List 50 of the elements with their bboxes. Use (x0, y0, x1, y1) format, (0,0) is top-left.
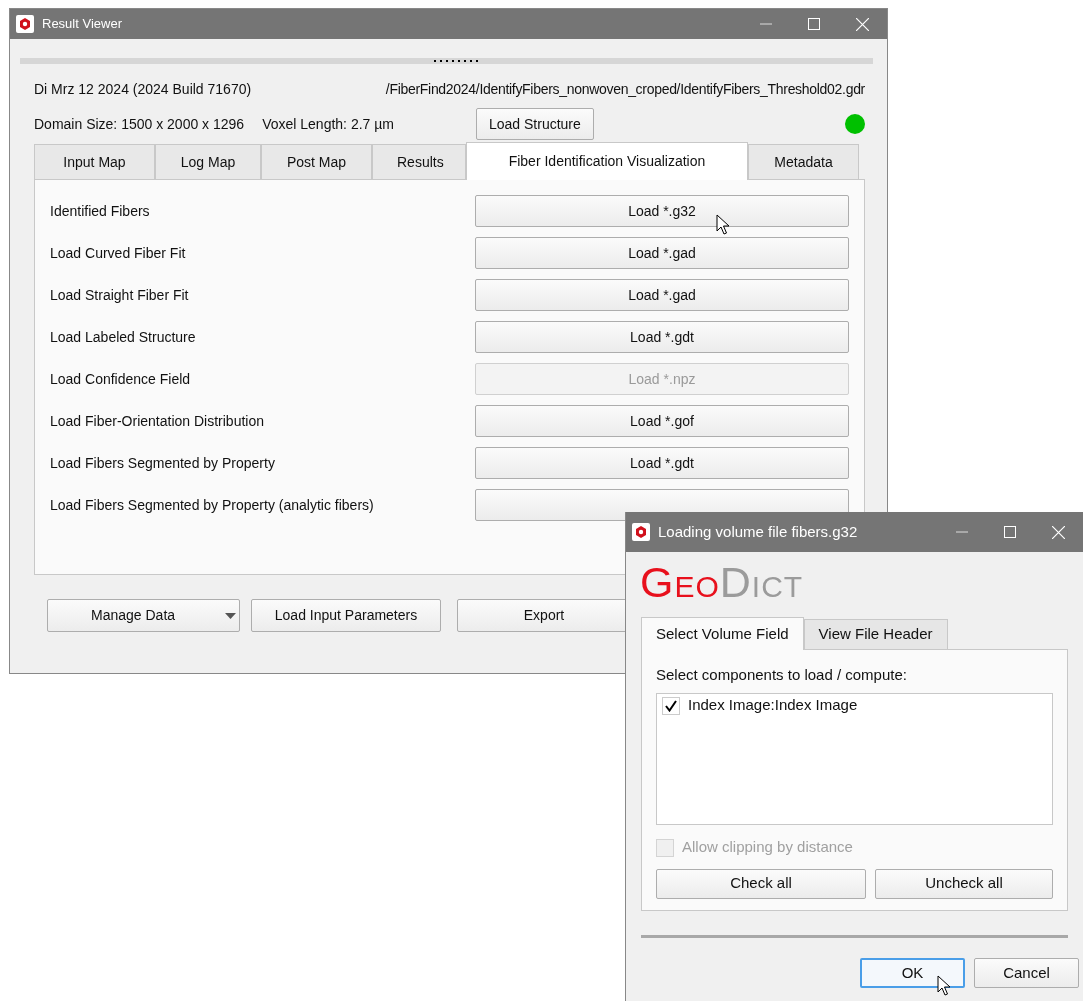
caret-icon (225, 612, 236, 619)
tab[interactable]: Post Map (261, 144, 372, 179)
checkbox[interactable] (662, 696, 680, 715)
tab[interactable]: Select Volume Field (641, 617, 804, 650)
app-logo-icon (632, 523, 650, 541)
load-button[interactable]: Load *.gof (475, 405, 849, 437)
tab[interactable]: Metadata (748, 144, 859, 179)
window-title: Result Viewer (42, 15, 122, 34)
load-button[interactable]: Load *.gad (475, 237, 849, 269)
geodict-logo: GeoDict (640, 564, 805, 604)
clipping-label: Allow clipping by distance (682, 837, 853, 858)
tab[interactable]: Results (372, 144, 466, 179)
tab[interactable]: View File Header (803, 619, 948, 649)
manage-data-button[interactable]: Manage Data (47, 599, 240, 632)
load-button[interactable]: Load *.gad (475, 279, 849, 311)
load-button[interactable]: Load *.gdt (475, 447, 849, 479)
maximize-icon[interactable] (808, 18, 820, 30)
row-label: Load Confidence Field (50, 369, 191, 389)
tab[interactable]: Fiber Identification Visualization (466, 142, 748, 180)
maximize-icon[interactable] (1004, 526, 1016, 538)
close-icon[interactable] (1052, 525, 1065, 539)
action-button[interactable]: Load Input Parameters (251, 599, 441, 632)
build-info: Di Mrz 12 2024 (2024 Build 71670) (34, 79, 252, 99)
load-button[interactable]: Load *.gdt (475, 321, 849, 353)
row-label: Load Fibers Segmented by Property (50, 453, 275, 473)
tab[interactable]: Log Map (155, 144, 261, 179)
row-label: Load Labeled Structure (50, 327, 196, 347)
window-title: Loading volume file fibers.g32 (658, 521, 858, 542)
tab[interactable]: Input Map (34, 144, 155, 179)
voxel-length: Voxel Length: 2.7 µm (262, 114, 394, 134)
close-icon[interactable] (856, 17, 869, 31)
load-structure-button[interactable]: Load Structure (475, 108, 594, 140)
load-button[interactable]: Load *.g32 (475, 195, 849, 227)
row-label: Identified Fibers (50, 201, 150, 221)
dialog-button[interactable]: OK (860, 958, 965, 988)
dialog-button[interactable]: Cancel (974, 958, 1079, 988)
row-label: Load Fiber-Orientation Distribution (50, 411, 264, 431)
row-label: Load Fibers Segmented by Property (analytic fibers) (50, 495, 374, 515)
cursor-icon (716, 214, 730, 236)
check-all-button[interactable]: Check all (656, 868, 867, 899)
cursor-icon (937, 975, 951, 997)
row-label: Load Curved Fiber Fit (50, 243, 186, 263)
uncheck-all-button[interactable]: Uncheck all (875, 868, 1053, 899)
domain-size: Domain Size: 1500 x 2000 x 1296 (34, 114, 245, 134)
file-path: /FiberFind2024/IdentifyFibers_nonwoven_croped/IdentifyFibers_Threshold02.gdr (385, 79, 865, 99)
prompt-text: Select components to load / compute: (656, 665, 908, 685)
component-label: Index Image:Index Image (688, 695, 858, 716)
splitter-handle[interactable] (20, 57, 873, 65)
app-logo-icon (16, 15, 34, 33)
row-label: Load Straight Fiber Fit (50, 285, 189, 305)
